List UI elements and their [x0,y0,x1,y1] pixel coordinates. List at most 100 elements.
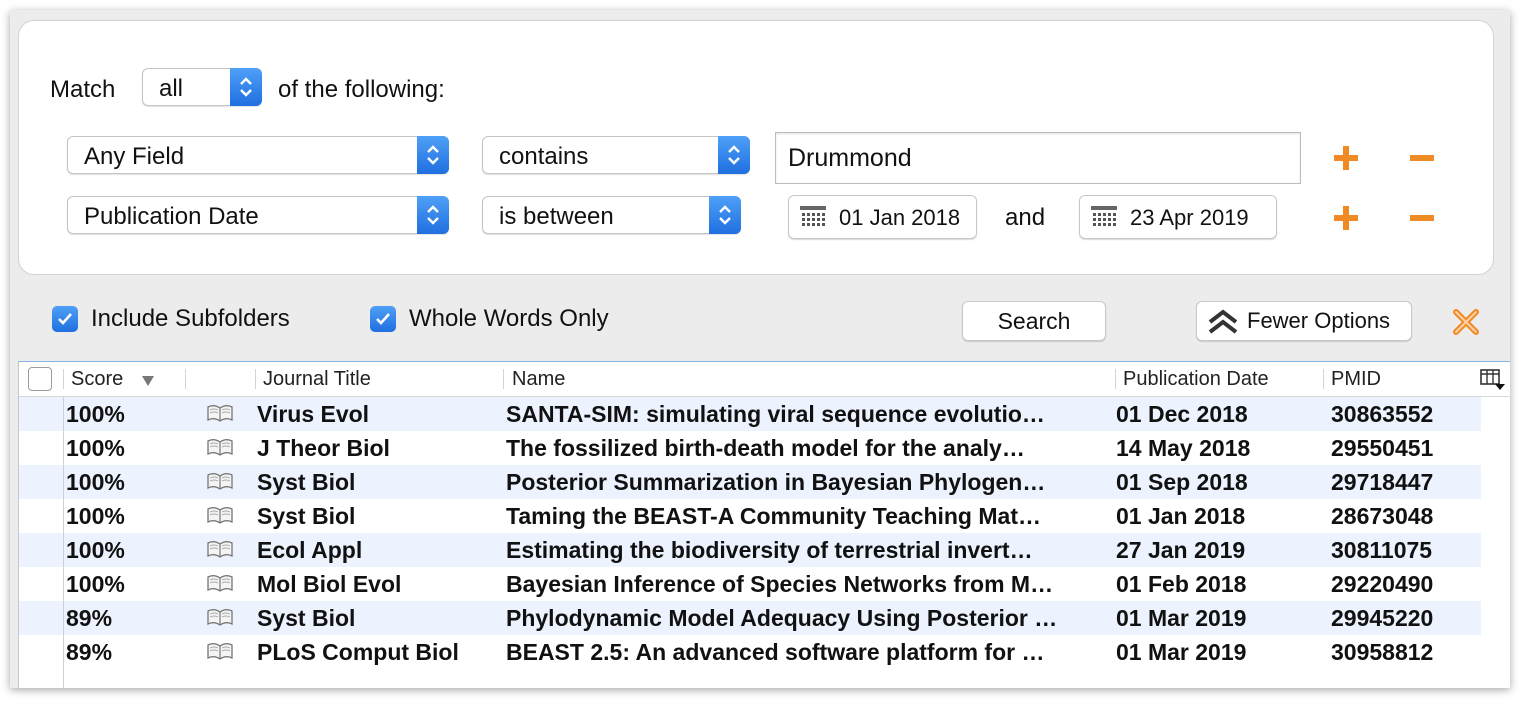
date-cell: 14 May 2018 [1116,435,1251,461]
double-chevron-up-icon [1208,309,1238,334]
operator-select-2-value: is between [499,203,614,230]
table-row[interactable]: 89% Syst Biol Phylodynamic Model Adequacy … [19,601,1481,635]
table-row[interactable]: 100% Syst Biol Taming the BEAST-A Communit… [19,499,1481,533]
operator-select-1[interactable]: contains [482,136,750,174]
select-all-checkbox[interactable] [28,367,52,391]
match-select-value: all [159,75,184,102]
score-cell: 89% [66,639,113,665]
name-cell: SANTA-SIM: simulating viral sequence evo… [506,401,1045,427]
fewer-options-button[interactable]: Fewer Options [1196,301,1412,341]
close-x-icon [1453,309,1479,335]
journal-cell: Syst Biol [257,503,356,529]
open-book-icon [207,439,233,456]
score-cell: 100% [66,571,125,597]
and-label: and [1005,204,1046,231]
date-from-button[interactable]: 01 Jan 2018 [788,195,977,239]
date-cell: 01 Dec 2018 [1116,401,1248,427]
remove-row-2-button[interactable] [1407,203,1437,233]
chevron-updown-icon [417,136,449,174]
chevron-updown-icon [230,68,262,106]
score-cell: 100% [66,435,125,461]
name-cell: The fossilized birth-death model for the… [506,435,1025,461]
results-table: Score Journal Title Name Publication Dat… [18,361,1510,688]
open-book-icon [207,507,233,524]
pmid-cell: 29220490 [1331,571,1434,597]
name-cell: BEAST 2.5: An advanced software platform… [506,639,1045,665]
table-row[interactable]: 100% Syst Biol Posterior Summarization in … [19,465,1481,499]
pmid-cell: 29718447 [1331,469,1434,495]
table-row[interactable]: 89% PLoS Comput Biol BEAST 2.5: An advance… [19,635,1481,669]
match-select[interactable]: all [142,68,262,106]
operator-select-2[interactable]: is between [482,196,741,234]
add-row-1-button[interactable] [1331,143,1361,173]
value-field-1[interactable] [775,132,1301,184]
name-cell: Phylodynamic Model Adequacy Using Poster… [506,605,1058,631]
pmid-cell: 30811075 [1331,537,1433,563]
journal-cell: Syst Biol [257,469,356,495]
minus-icon [1410,155,1434,161]
chevron-updown-icon [417,196,449,234]
include-subfolders-label[interactable]: Include Subfolders [91,305,290,333]
table-row[interactable]: 100% Ecol Appl Estimating the biodiversity… [19,533,1481,567]
journal-cell: Syst Biol [257,605,356,631]
date-cell: 01 Mar 2019 [1116,605,1247,631]
column-header-journal[interactable]: Journal Title [263,368,371,391]
include-subfolders-checkbox[interactable] [52,306,78,332]
open-book-icon [207,541,233,558]
column-header-score[interactable]: Score [71,368,123,391]
pmid-cell: 28673048 [1331,503,1434,529]
date-from-value: 01 Jan 2018 [839,205,961,230]
name-cell: Taming the BEAST-A Community Teaching Ma… [506,503,1041,529]
date-to-value: 23 Apr 2019 [1130,205,1249,230]
open-book-icon [207,643,233,660]
score-cell: 89% [66,605,113,631]
pmid-cell: 29550451 [1331,435,1434,461]
fewer-options-label: Fewer Options [1247,308,1391,333]
field-select-1[interactable]: Any Field [67,136,449,174]
plus-icon [1334,146,1358,170]
close-search-button[interactable] [1451,307,1481,337]
table-row[interactable]: 100% Virus Evol SANTA-SIM: simulating vira… [19,397,1481,431]
journal-cell: J Theor Biol [257,435,390,461]
calendar-icon [1091,206,1117,226]
field-select-1-value: Any Field [84,143,185,170]
calendar-icon [800,206,826,226]
score-cell: 100% [66,503,125,529]
open-book-icon [207,473,233,490]
date-cell: 01 Feb 2018 [1116,571,1247,597]
search-button[interactable]: Search [962,301,1106,341]
checkmark-icon [58,313,72,325]
score-cell: 100% [66,401,125,427]
table-header: Score Journal Title Name Publication Dat… [19,362,1510,397]
column-chooser-icon[interactable] [1480,368,1506,392]
add-row-2-button[interactable] [1331,203,1361,233]
date-cell: 01 Sep 2018 [1116,469,1248,495]
chevron-updown-icon [718,136,750,174]
date-to-button[interactable]: 23 Apr 2019 [1079,195,1277,239]
open-book-icon [207,575,233,592]
pmid-cell: 29945220 [1331,605,1434,631]
open-book-icon [207,609,233,626]
column-header-date[interactable]: Publication Date [1123,368,1269,391]
score-cell: 100% [66,537,125,563]
journal-cell: Mol Biol Evol [257,571,402,597]
table-row[interactable]: 100% J Theor Biol The fossilized birth-dea… [19,431,1481,465]
operator-select-1-value: contains [499,143,589,170]
date-cell: 01 Jan 2018 [1116,503,1246,529]
column-header-pmid[interactable]: PMID [1331,368,1381,391]
plus-icon [1334,206,1358,230]
column-header-name[interactable]: Name [512,368,565,391]
name-cell: Posterior Summarization in Bayesian Phyl… [506,469,1046,495]
field-select-2[interactable]: Publication Date [67,196,449,234]
chevron-updown-icon [709,196,741,234]
journal-cell: Virus Evol [257,401,370,427]
pmid-cell: 30958812 [1331,639,1434,665]
value-input-1[interactable] [776,133,1300,183]
match-label: Match [50,76,116,103]
journal-cell: PLoS Comput Biol [257,639,459,665]
whole-words-label[interactable]: Whole Words Only [409,305,609,333]
table-row[interactable]: 100% Mol Biol Evol Bayesian Inference of S… [19,567,1481,601]
remove-row-1-button[interactable] [1407,143,1437,173]
sort-descending-icon [142,376,154,386]
whole-words-checkbox[interactable] [370,306,396,332]
